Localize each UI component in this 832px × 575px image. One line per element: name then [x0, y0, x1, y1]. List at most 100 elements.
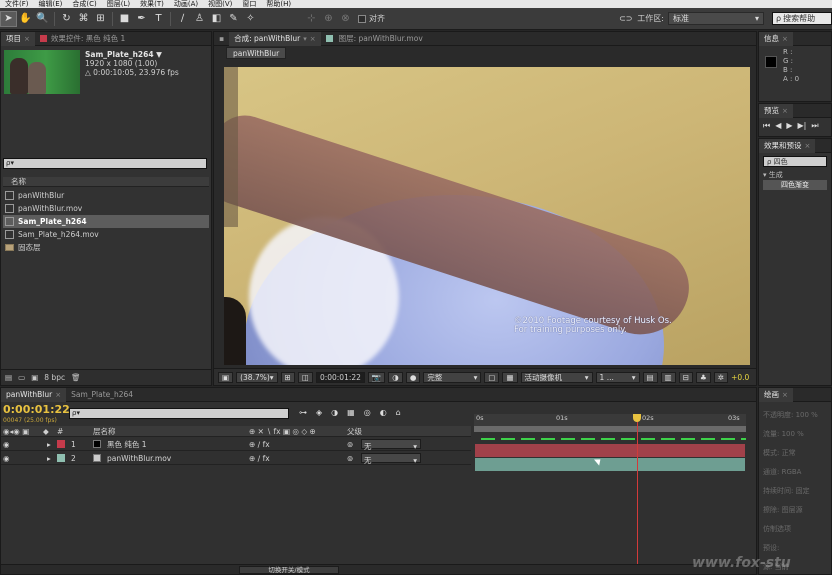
menu-animation[interactable]: 动画(A): [169, 0, 203, 8]
menu-composition[interactable]: 合成(C): [67, 0, 101, 8]
tab-effect-controls[interactable]: 效果控件: 黑色 纯色 1: [35, 32, 130, 46]
layer-2-duration-bar[interactable]: [475, 458, 745, 471]
layer-row-2[interactable]: ◉ ▸ 2 panWithBlur.mov ⊕ ∕ fx ⊚ 无 ▾: [1, 452, 471, 465]
new-comp-icon[interactable]: ▣: [31, 373, 38, 382]
interpret-footage-icon[interactable]: ▤: [5, 373, 12, 382]
current-time-indicator[interactable]: [637, 416, 638, 574]
region-of-interest-icon[interactable]: ▢: [484, 371, 500, 383]
zoom-tool-icon[interactable]: 🔍: [34, 11, 51, 27]
tab-timeline-sam-plate[interactable]: Sam_Plate_h264: [66, 388, 138, 402]
work-area-bar[interactable]: [474, 426, 746, 432]
composition-viewport[interactable]: ©2010 Footage courtesy of Husk Os. For t…: [224, 67, 750, 365]
close-icon[interactable]: ×: [805, 142, 811, 150]
toggle-pixel-icon[interactable]: ▤: [642, 371, 658, 383]
layer-name-header[interactable]: 层名称: [93, 426, 116, 437]
tab-info[interactable]: 信息 ×: [759, 32, 793, 46]
hand-tool-icon[interactable]: ✋: [17, 11, 34, 27]
parent-pickwhip-icon[interactable]: ⊚: [347, 438, 353, 451]
workspace-switch-icon[interactable]: ⊂⊃: [617, 11, 634, 27]
channel-icon[interactable]: ●: [405, 371, 421, 383]
brainstorm-icon[interactable]: ◐: [380, 408, 387, 417]
menu-view[interactable]: 视图(V): [203, 0, 237, 8]
axis-world-icon[interactable]: ⊕: [320, 11, 337, 27]
magnification-dropdown[interactable]: (38.7%) ▾: [236, 371, 278, 383]
show-snapshot-icon[interactable]: ◑: [388, 371, 403, 383]
project-item-panwithblur-mov[interactable]: panWithBlur.mov: [3, 202, 209, 215]
project-column-name[interactable]: 名称: [3, 177, 209, 187]
eraser-tool-icon[interactable]: ◧: [208, 11, 225, 27]
roto-brush-tool-icon[interactable]: ✎: [225, 11, 242, 27]
footage-name[interactable]: Sam_Plate_h264 ▼: [85, 50, 179, 59]
tab-preview[interactable]: 预览 ×: [759, 104, 793, 118]
timeline-search-input[interactable]: ρ▾: [69, 408, 289, 419]
draft-3d-icon[interactable]: ◈: [316, 408, 322, 417]
layer-name[interactable]: panWithBlur.mov: [107, 452, 171, 465]
current-time-field[interactable]: 0:00:01:22: [315, 371, 365, 383]
tab-paint[interactable]: 绘画 ×: [759, 388, 793, 402]
video-toggle-icon[interactable]: ◉: [3, 452, 10, 465]
exposure-value[interactable]: +0.0: [731, 373, 749, 382]
menu-edit[interactable]: 编辑(E): [34, 0, 68, 8]
menu-layer[interactable]: 图层(L): [102, 0, 135, 8]
menu-file[interactable]: 文件(F): [0, 0, 34, 8]
axis-local-icon[interactable]: ⊹: [303, 11, 320, 27]
snap-checkbox[interactable]: [358, 14, 366, 23]
video-toggle-icon[interactable]: ◉: [3, 438, 10, 451]
close-icon[interactable]: ×: [782, 107, 788, 115]
camera-tool-icon[interactable]: ⌘: [75, 11, 92, 27]
tab-effects[interactable]: 效果和预设 ×: [759, 139, 816, 153]
text-tool-icon[interactable]: T: [150, 11, 167, 27]
brush-tool-icon[interactable]: ∕: [174, 11, 191, 27]
menu-help[interactable]: 帮助(H): [261, 0, 296, 8]
tab-composition[interactable]: 合成: panWithBlur ▾ ×: [229, 32, 321, 46]
time-ruler[interactable]: 0s 01s 02s 03s: [474, 414, 746, 426]
motion-blur-icon[interactable]: ◎: [364, 408, 371, 417]
lock-icon[interactable]: ▪: [214, 32, 229, 46]
previous-frame-icon[interactable]: ◀: [775, 121, 781, 131]
graph-editor-icon[interactable]: ⌂: [396, 408, 401, 417]
pen-tool-icon[interactable]: ✒: [133, 11, 150, 27]
toggle-switches-modes-button[interactable]: 切换开关/模式: [239, 566, 339, 574]
project-search-input[interactable]: ρ▾: [3, 158, 207, 169]
pan-behind-tool-icon[interactable]: ⊞: [92, 11, 109, 27]
parent-pickwhip-icon[interactable]: ⊚: [347, 452, 353, 465]
puppet-tool-icon[interactable]: ✧: [242, 11, 259, 27]
transparency-grid-icon[interactable]: ▦: [502, 371, 518, 383]
new-folder-icon[interactable]: ▭: [18, 373, 25, 382]
first-frame-icon[interactable]: ⏮: [763, 121, 770, 131]
trash-icon[interactable]: 🗑: [71, 373, 81, 382]
bpc-toggle[interactable]: 8 bpc: [44, 373, 65, 382]
rectangle-tool-icon[interactable]: ■: [116, 11, 133, 27]
fast-previews-icon[interactable]: ▥: [660, 371, 676, 383]
project-item-panwithblur[interactable]: panWithBlur: [3, 189, 209, 202]
effects-item-four-color-gradient[interactable]: 四色渐变: [763, 180, 827, 190]
next-frame-icon[interactable]: ▶|: [798, 121, 807, 131]
frame-blending-icon[interactable]: ▦: [347, 408, 355, 417]
flowchart-icon[interactable]: ♣: [696, 371, 711, 383]
play-icon[interactable]: ▶: [786, 121, 792, 131]
mask-visibility-icon[interactable]: ◫: [297, 371, 313, 383]
layer-row-1[interactable]: ◉ ▸ 1 黑色 纯色 1 ⊕ ∕ fx ⊚ 无 ▾: [1, 438, 471, 451]
exposure-icon[interactable]: ✲: [713, 371, 729, 383]
camera-dropdown[interactable]: 活动摄像机 ▾: [520, 371, 593, 383]
project-item-sam-plate[interactable]: Sam_Plate_h264: [3, 215, 209, 228]
layer-name[interactable]: 黑色 纯色 1: [107, 438, 147, 451]
parent-header[interactable]: 父级: [347, 426, 362, 437]
project-item-solids-folder[interactable]: 固态层: [3, 241, 209, 254]
snapshot-icon[interactable]: 📷: [367, 371, 386, 383]
hide-shy-icon[interactable]: ◑: [331, 408, 338, 417]
rotate-tool-icon[interactable]: ↻: [58, 11, 75, 27]
close-icon[interactable]: ×: [782, 391, 788, 399]
expand-arrow-icon[interactable]: ▸: [47, 438, 51, 451]
workspace-dropdown[interactable]: 标准 ▾: [668, 12, 764, 25]
menu-window[interactable]: 窗口: [237, 0, 261, 8]
close-icon[interactable]: ×: [782, 35, 788, 43]
close-icon[interactable]: ×: [310, 35, 316, 43]
close-icon[interactable]: ×: [24, 35, 30, 43]
comp-mini-flowchart-icon[interactable]: ⊶: [299, 408, 307, 417]
playhead-handle[interactable]: [633, 414, 641, 422]
layer-1-duration-bar[interactable]: [475, 444, 745, 457]
timeline-timecode[interactable]: 0:00:01:22: [1, 403, 70, 416]
always-preview-icon[interactable]: ▣: [218, 371, 234, 383]
safe-areas-icon[interactable]: ⊞: [280, 371, 295, 383]
